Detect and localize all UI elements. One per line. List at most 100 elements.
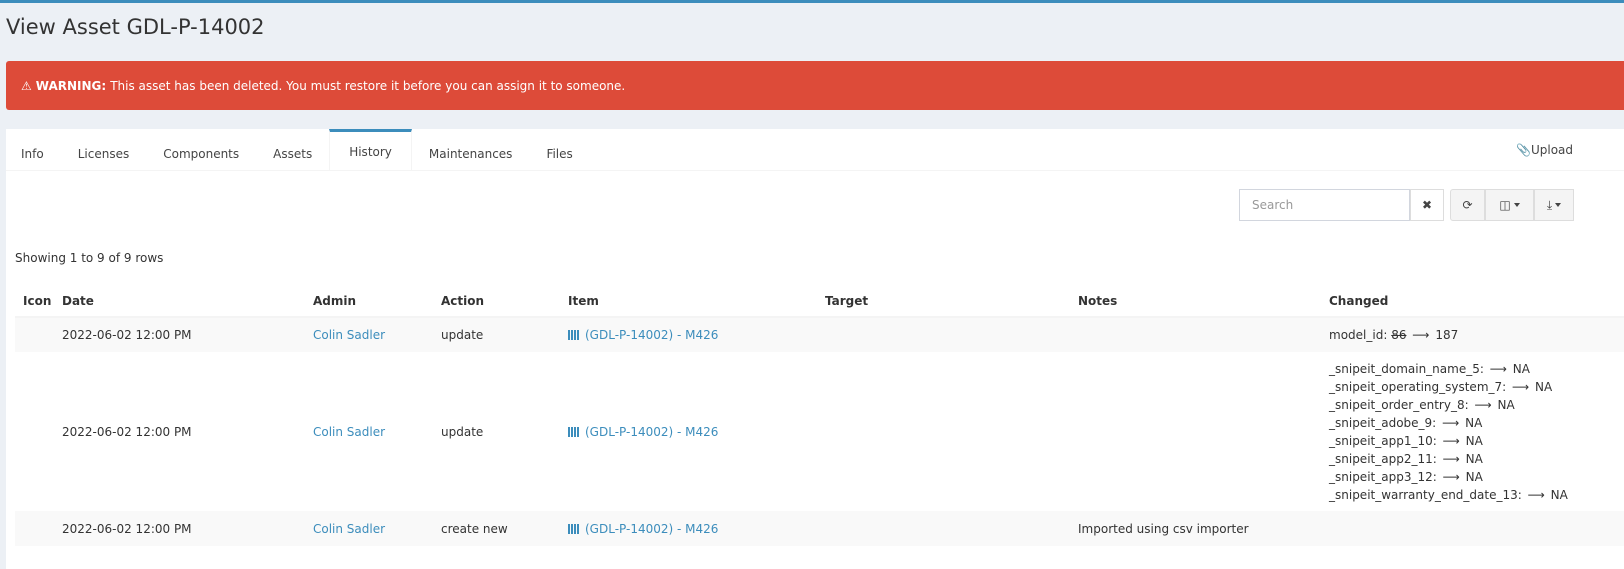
table-row: 2022-06-02 12:00 PM Colin Sadler create … <box>15 511 1624 546</box>
row-action: update <box>441 317 568 352</box>
column-header-admin[interactable]: Admin <box>313 286 441 318</box>
admin-link[interactable]: Colin Sadler <box>313 328 385 342</box>
changed-field: _snipeit_adobe_9: <box>1329 415 1437 430</box>
admin-link[interactable]: Colin Sadler <box>313 425 385 439</box>
column-header-notes[interactable]: Notes <box>1078 286 1329 318</box>
tab-info[interactable]: Info <box>6 129 61 170</box>
barcode-icon <box>568 330 580 340</box>
tab-history[interactable]: History <box>329 129 412 170</box>
row-target <box>825 317 1078 352</box>
column-header-changed[interactable]: Changed <box>1329 286 1624 318</box>
row-date: 2022-06-02 12:00 PM <box>62 317 313 352</box>
changed-entry: _snipeit_app3_12: ⟶ NA <box>1329 468 1624 486</box>
tab-licenses[interactable]: Licenses <box>61 129 147 170</box>
arrow-right-icon: ⟶ <box>1412 328 1430 342</box>
row-action: create new <box>441 511 568 546</box>
columns-icon: ◫ <box>1499 198 1511 212</box>
changed-new-value: NA <box>1465 433 1483 448</box>
row-changed: model_id: 86 ⟶ 187 <box>1329 317 1624 352</box>
arrow-right-icon: ⟶ <box>1512 379 1530 394</box>
changed-entry: _snipeit_operating_system_7: ⟶ NA <box>1329 378 1624 396</box>
column-header-target[interactable]: Target <box>825 286 1078 318</box>
alert-label: WARNING: <box>35 78 107 93</box>
changed-new-value: NA <box>1535 379 1553 394</box>
clear-search-button[interactable]: ✖ <box>1410 189 1444 221</box>
changed-entry: _snipeit_app2_11: ⟶ NA <box>1329 450 1624 468</box>
arrow-right-icon: ⟶ <box>1442 415 1460 430</box>
tab-maintenances[interactable]: Maintenances <box>412 129 530 170</box>
column-header-icon[interactable]: Icon <box>15 286 62 318</box>
arrow-right-icon: ⟶ <box>1442 433 1460 448</box>
table-row: 2022-06-02 12:00 PM Colin Sadler update … <box>15 352 1624 511</box>
arrow-right-icon: ⟶ <box>1474 397 1492 412</box>
item-link-label: (GDL-P-14002) - M426 <box>585 424 719 439</box>
upload-label: Upload <box>1530 143 1573 157</box>
changed-new-value: NA <box>1465 415 1483 430</box>
table-header-row: Icon Date Admin Action Item Target Notes… <box>15 286 1624 318</box>
page-title: View Asset GDL-P-14002 <box>6 15 265 39</box>
changed-field: _snipeit_app1_10: <box>1329 433 1437 448</box>
export-button[interactable]: ⤓ <box>1534 189 1574 221</box>
row-target <box>825 511 1078 546</box>
search-input[interactable] <box>1239 189 1410 221</box>
refresh-icon: ⟳ <box>1462 198 1473 212</box>
row-date: 2022-06-02 12:00 PM <box>62 424 192 439</box>
tab-files[interactable]: Files <box>529 129 589 170</box>
asset-tabs: Info Licenses Components Assets History … <box>6 129 1624 171</box>
changed-new-value: NA <box>1512 361 1530 376</box>
item-link-label: (GDL-P-14002) - M426 <box>585 521 719 536</box>
changed-entry: _snipeit_domain_name_5: ⟶ NA <box>1329 360 1624 378</box>
changed-field: _snipeit_domain_name_5: <box>1329 361 1484 376</box>
admin-link[interactable]: Colin Sadler <box>313 522 385 536</box>
changed-entry: _snipeit_order_entry_8: ⟶ NA <box>1329 396 1624 414</box>
tab-components[interactable]: Components <box>146 129 256 170</box>
changed-field: _snipeit_operating_system_7: <box>1329 379 1507 394</box>
item-link[interactable]: (GDL-P-14002) - M426 <box>568 425 718 439</box>
warning-icon: ⚠ <box>21 78 32 93</box>
paperclip-icon: 📎 <box>1516 143 1531 157</box>
column-header-action[interactable]: Action <box>441 286 568 318</box>
row-target <box>825 352 1078 511</box>
row-icon-cell <box>15 317 62 352</box>
pagination-info: Showing 1 to 9 of 9 rows <box>15 251 164 265</box>
history-table: Icon Date Admin Action Item Target Notes… <box>15 286 1624 546</box>
asset-content-box: Info Licenses Components Assets History … <box>6 129 1624 569</box>
changed-entry: _snipeit_app1_10: ⟶ NA <box>1329 432 1624 450</box>
barcode-icon <box>568 426 580 437</box>
alert-message: This asset has been deleted. You must re… <box>110 78 626 93</box>
arrow-right-icon: ⟶ <box>1442 469 1460 484</box>
refresh-button[interactable]: ⟳ <box>1450 189 1485 221</box>
tab-assets[interactable]: Assets <box>256 129 329 170</box>
changed-new-value: NA <box>1465 451 1483 466</box>
item-link[interactable]: (GDL-P-14002) - M426 <box>568 328 718 342</box>
changed-field: _snipeit_app3_12: <box>1329 469 1437 484</box>
row-icon-cell <box>15 352 62 511</box>
download-icon: ⤓ <box>1546 197 1553 212</box>
table-row: 2022-06-02 12:00 PM Colin Sadler update … <box>15 317 1624 352</box>
changed-new-value: NA <box>1550 487 1568 502</box>
deleted-warning-alert: ⚠ WARNING: This asset has been deleted. … <box>6 61 1624 110</box>
columns-toggle-button[interactable]: ◫ <box>1485 189 1534 221</box>
row-notes: Imported using csv importer <box>1078 511 1329 546</box>
row-icon-cell <box>15 511 62 546</box>
changed-new-value: NA <box>1465 469 1483 484</box>
changed-field: _snipeit_app2_11: <box>1329 451 1437 466</box>
column-header-item[interactable]: Item <box>568 286 825 318</box>
changed-entry: model_id: 86 ⟶ 187 <box>1329 326 1624 344</box>
column-header-date[interactable]: Date <box>62 286 313 318</box>
arrow-right-icon: ⟶ <box>1442 451 1460 466</box>
top-accent-bar <box>0 0 1624 3</box>
row-notes <box>1078 352 1329 511</box>
row-notes <box>1078 317 1329 352</box>
changed-field: _snipeit_order_entry_8: <box>1329 397 1469 412</box>
row-action: update <box>441 424 484 439</box>
close-icon: ✖ <box>1421 198 1433 212</box>
changed-new-value: NA <box>1497 397 1515 412</box>
barcode-icon <box>568 523 580 534</box>
changed-old-value: 86 <box>1391 328 1407 342</box>
upload-link[interactable]: 📎Upload <box>1516 143 1573 157</box>
changed-field: model_id: <box>1329 328 1388 342</box>
chevron-down-icon <box>1555 203 1562 207</box>
changed-new-value: 187 <box>1435 328 1459 342</box>
item-link[interactable]: (GDL-P-14002) - M426 <box>568 522 718 536</box>
